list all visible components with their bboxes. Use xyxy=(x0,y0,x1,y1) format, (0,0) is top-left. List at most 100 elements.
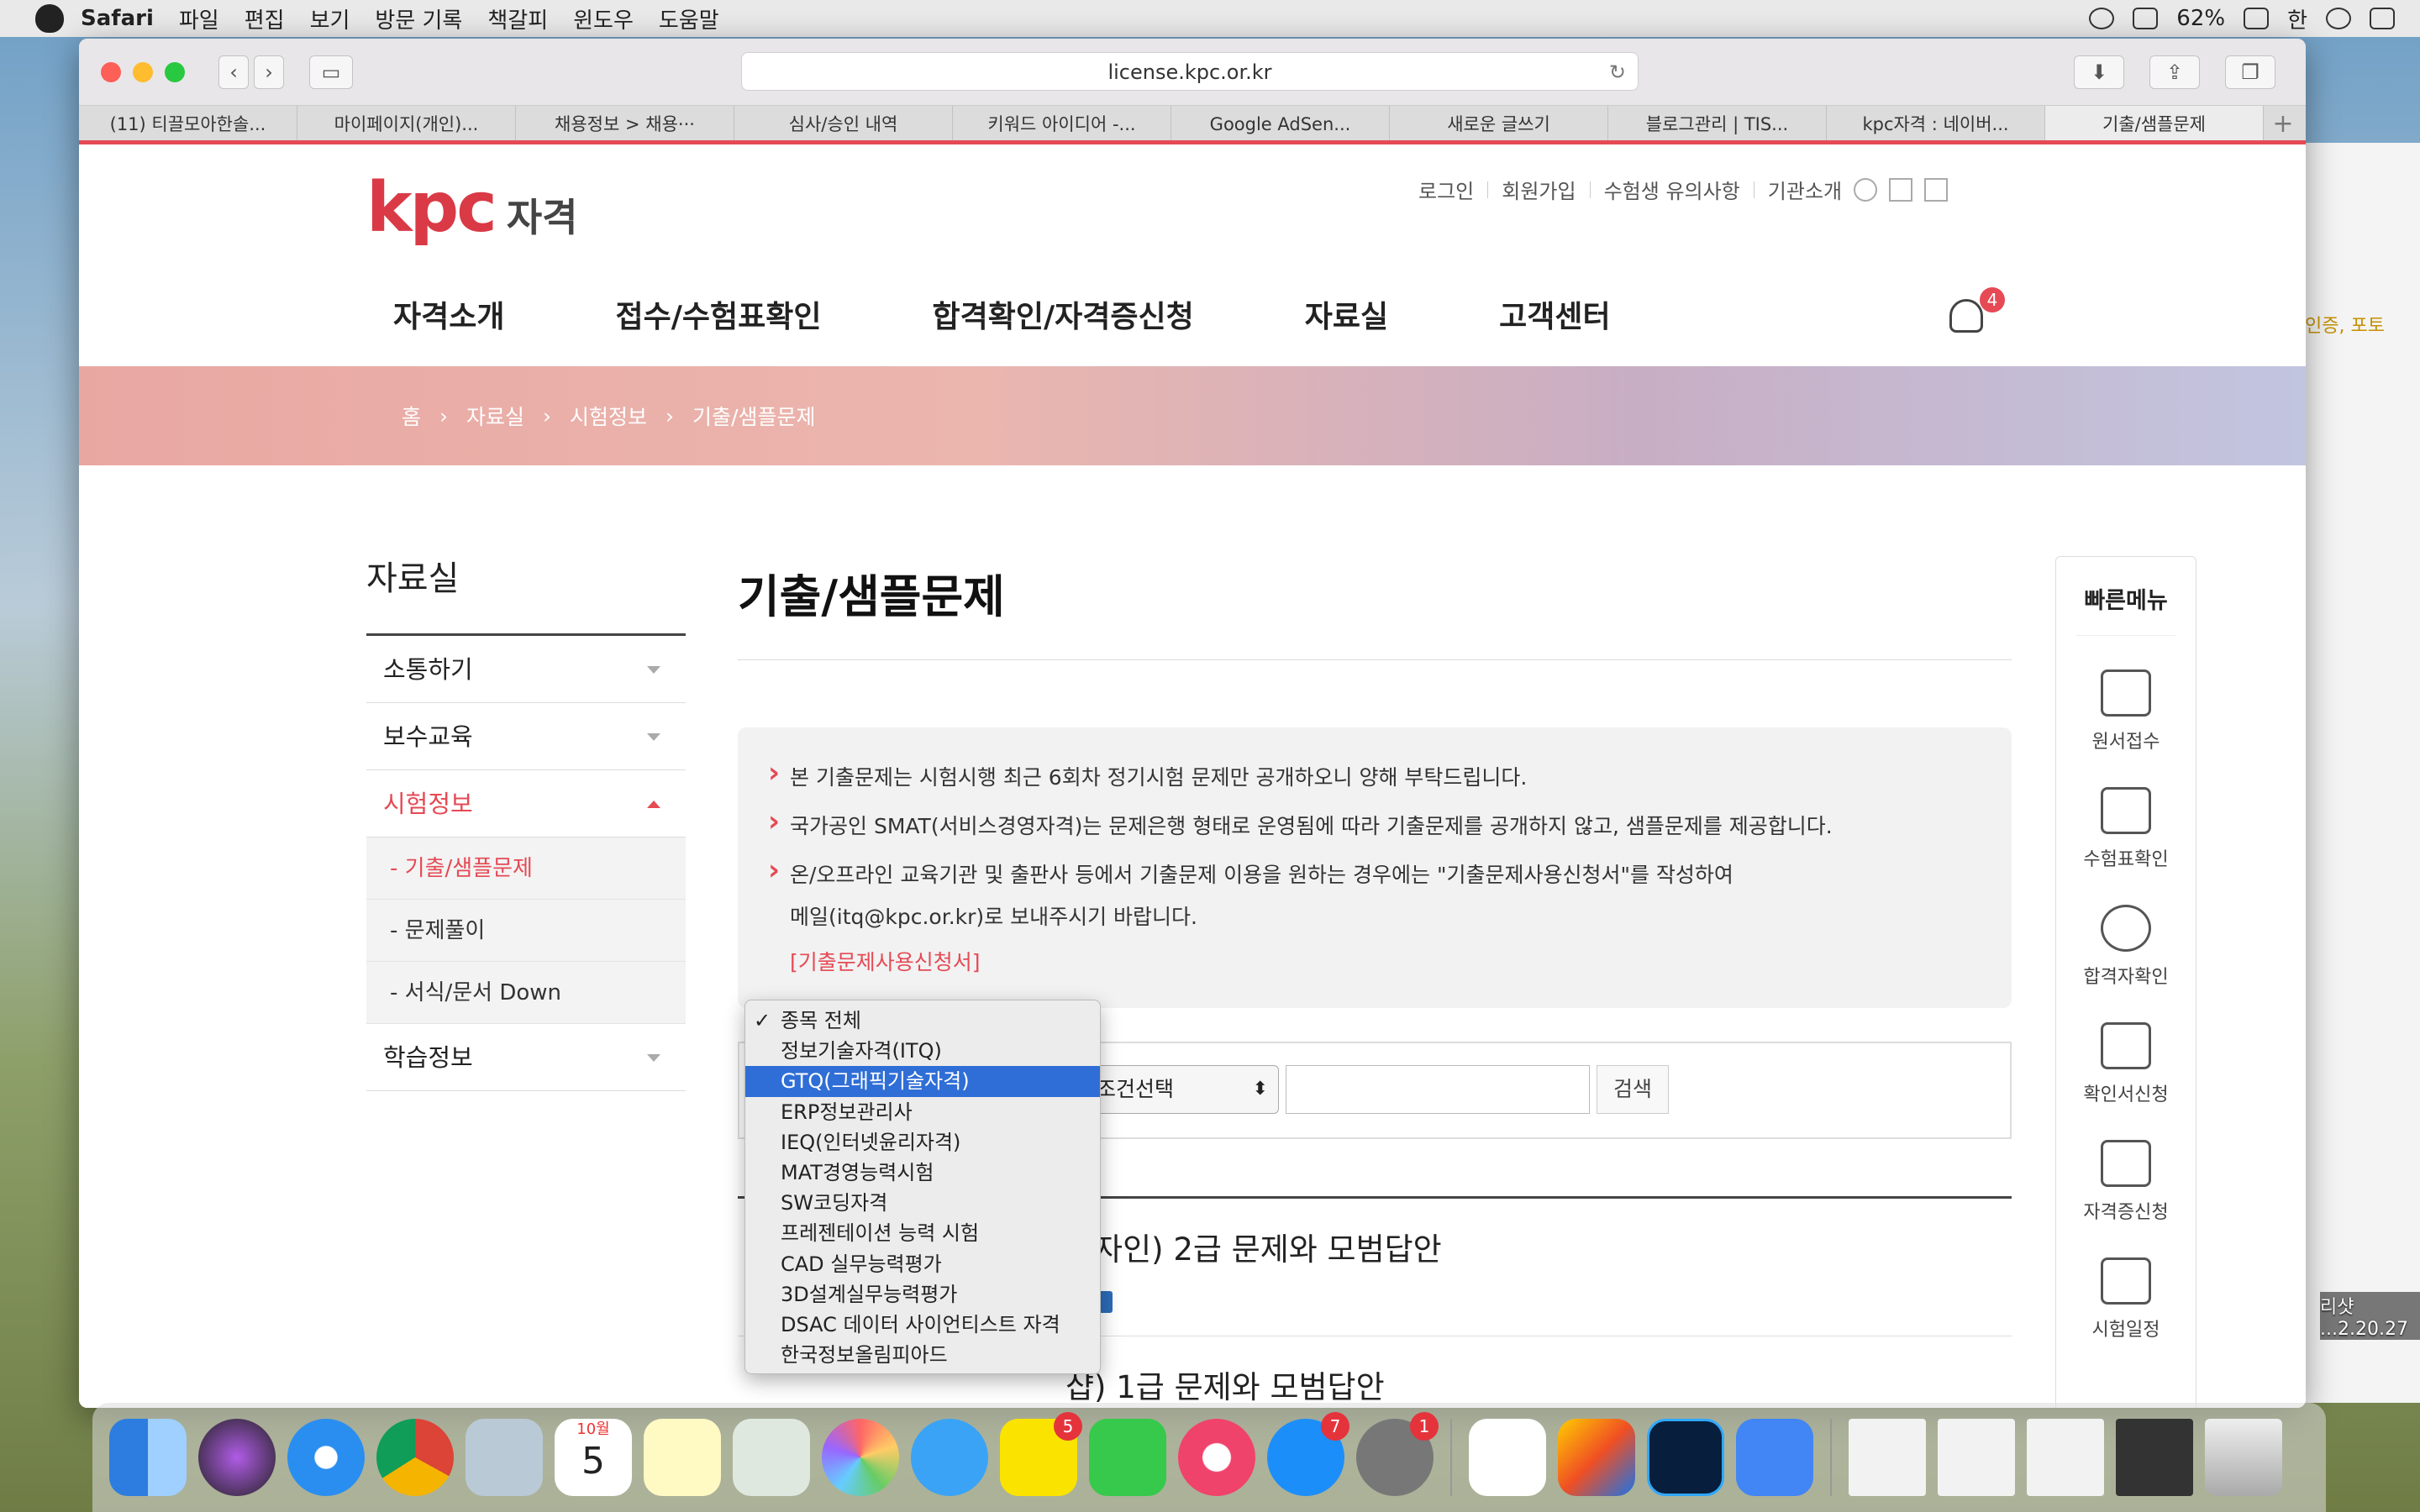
zoom-in-icon[interactable] xyxy=(1889,177,1913,202)
tab-8[interactable]: 블로그관리 | TIS... xyxy=(1608,106,1827,140)
siri-icon[interactable] xyxy=(198,1419,276,1496)
back-icon[interactable]: ‹ xyxy=(218,55,249,89)
tab-7[interactable]: 새로운 글쓰기 xyxy=(1390,106,1608,140)
notice-link[interactable]: 수험생 유의사항 xyxy=(1604,175,1740,204)
nav-apply[interactable]: 접수/수험표확인 xyxy=(615,292,821,336)
dropdown-option[interactable]: ERP정보관리사 xyxy=(745,1097,1100,1127)
menu-file[interactable]: 파일 xyxy=(179,3,219,34)
dropdown-option[interactable]: SW코딩자격 xyxy=(745,1188,1100,1218)
input-method[interactable]: 한 xyxy=(2287,3,2307,34)
recent-window-thumbnail[interactable] xyxy=(2027,1419,2104,1496)
login-link[interactable]: 로그인 xyxy=(1418,175,1474,204)
kakaotalk-icon[interactable]: 5 xyxy=(1000,1412,1082,1496)
calendar-icon[interactable]: 10월 5 xyxy=(555,1419,632,1496)
reload-icon[interactable]: ↻ xyxy=(1609,53,1626,92)
recent-window-thumbnail[interactable] xyxy=(2116,1419,2193,1496)
dropdown-option[interactable]: ✓ 종목 전체 xyxy=(745,1005,1100,1036)
facetime-icon[interactable] xyxy=(1089,1419,1166,1496)
dropdown-option[interactable]: CAD 실무능력평가 xyxy=(745,1249,1100,1279)
naver-whale-icon[interactable] xyxy=(1469,1419,1546,1496)
downloads-icon[interactable]: ⬇ xyxy=(2074,55,2124,89)
tab-5[interactable]: 키워드 아이디어 -... xyxy=(953,106,1171,140)
finder-icon[interactable] xyxy=(109,1419,187,1496)
share-icon[interactable]: ⇪ xyxy=(2149,55,2200,89)
menu-view[interactable]: 보기 xyxy=(310,3,350,34)
quick-apply[interactable]: 원서접수 xyxy=(2056,669,2196,753)
tab-10-active[interactable]: 기출/샘플문제 xyxy=(2045,106,2264,140)
google-docs-icon[interactable] xyxy=(1736,1419,1813,1496)
recent-window-thumbnail[interactable] xyxy=(1849,1419,1926,1496)
side-nav-learning[interactable]: 학습정보 xyxy=(366,1024,686,1091)
breadcrumb-current[interactable]: 기출/샘플문제 xyxy=(692,401,815,431)
nav-support[interactable]: 고객센터 xyxy=(1499,292,1610,336)
side-sub-solutions[interactable]: - 문제풀이 xyxy=(366,900,686,962)
side-nav-exam-info[interactable]: 시험정보 xyxy=(366,770,686,837)
control-center-icon[interactable] xyxy=(2370,8,2395,29)
quick-schedule[interactable]: 시험일정 xyxy=(2056,1257,2196,1341)
minimize-window-button[interactable] xyxy=(133,61,153,82)
quick-certificate-request[interactable]: 확인서신청 xyxy=(2056,1022,2196,1106)
trash-icon[interactable] xyxy=(2205,1419,2282,1496)
search-spotlight-icon[interactable] xyxy=(2326,8,2351,29)
tab-3[interactable]: 채용정보 > 채용··· xyxy=(516,106,734,140)
signup-link[interactable]: 회원가입 xyxy=(1502,175,1576,204)
search-button[interactable]: 검색 xyxy=(1597,1065,1669,1114)
tab-4[interactable]: 심사/승인 내역 xyxy=(734,106,953,140)
tabs-overview-icon[interactable]: ❐ xyxy=(2225,55,2275,89)
fullscreen-window-button[interactable] xyxy=(165,61,185,82)
system-preferences-icon[interactable]: 1 xyxy=(1356,1412,1439,1496)
photos-icon[interactable] xyxy=(822,1419,899,1496)
recent-window-thumbnail[interactable] xyxy=(1938,1419,2015,1496)
apple-icon[interactable] xyxy=(35,4,64,33)
about-link[interactable]: 기관소개 xyxy=(1768,175,1842,204)
side-nav-education[interactable]: 보수교육 xyxy=(366,703,686,770)
tab-6[interactable]: Google AdSen... xyxy=(1171,106,1390,140)
side-nav-communication[interactable]: 소통하기 xyxy=(366,636,686,703)
mail-icon[interactable] xyxy=(466,1419,543,1496)
music-icon[interactable] xyxy=(1178,1419,1255,1496)
status-icon[interactable] xyxy=(2089,8,2115,29)
breadcrumb-exam-info[interactable]: 시험정보 xyxy=(570,401,647,431)
sidebar-icon[interactable]: ▭ xyxy=(309,55,353,89)
dropdown-option[interactable]: 한국정보올림피아드 xyxy=(745,1340,1100,1370)
menu-bookmarks[interactable]: 책갈피 xyxy=(487,3,548,34)
photoshop-icon[interactable] xyxy=(1647,1419,1724,1496)
nav-intro[interactable]: 자격소개 xyxy=(393,292,504,336)
dropdown-option[interactable]: 3D설계실무능력평가 xyxy=(745,1279,1100,1310)
dropdown-option[interactable]: 프레젠테이션 능력 시험 xyxy=(745,1218,1100,1248)
condition-select[interactable]: 조건선택 ⬍ xyxy=(1079,1065,1279,1114)
forward-icon[interactable]: › xyxy=(254,55,284,89)
breadcrumb-home[interactable]: 홈 xyxy=(402,401,421,431)
messages-icon[interactable] xyxy=(911,1419,988,1496)
address-bar[interactable]: license.kpc.or.kr ↻ xyxy=(741,52,1639,91)
nav-resources[interactable]: 자료실 xyxy=(1305,292,1388,336)
tab-2[interactable]: 마이페이지(개인)... xyxy=(297,106,516,140)
quick-ticket[interactable]: 수험표확인 xyxy=(2056,787,2196,871)
close-window-button[interactable] xyxy=(101,61,121,82)
side-sub-forms[interactable]: - 서식/문서 Down xyxy=(366,962,686,1024)
menu-window[interactable]: 윈도우 xyxy=(573,3,634,34)
office-app-icon[interactable] xyxy=(1558,1419,1635,1496)
site-logo[interactable]: kpc 자격 xyxy=(366,168,577,248)
dropdown-option[interactable]: GTQ(그래픽기술자격) xyxy=(745,1066,1100,1097)
nav-result[interactable]: 합격확인/자격증신청 xyxy=(932,292,1193,336)
breadcrumb-resources[interactable]: 자료실 xyxy=(466,401,524,431)
tab-1[interactable]: (11) 티끌모아한솔... xyxy=(79,106,297,140)
application-form-link[interactable]: [기출문제사용신청서] xyxy=(768,946,1981,976)
menu-edit[interactable]: 편집 xyxy=(245,3,285,34)
chrome-icon[interactable] xyxy=(376,1419,454,1496)
menu-app-safari[interactable]: Safari xyxy=(81,6,154,31)
menu-help[interactable]: 도움말 xyxy=(659,3,719,34)
app-store-icon[interactable]: 7 xyxy=(1267,1412,1349,1496)
wifi-icon[interactable] xyxy=(2133,8,2159,29)
side-links[interactable]: 인증, 포토 xyxy=(2305,311,2385,338)
menu-history[interactable]: 방문 기록 xyxy=(375,3,462,34)
search-icon[interactable] xyxy=(1854,177,1878,202)
dropdown-option[interactable]: MAT경영능력시험 xyxy=(745,1158,1100,1188)
battery-percent[interactable]: 62% xyxy=(2176,6,2225,31)
notes-icon[interactable] xyxy=(644,1419,721,1496)
dropdown-option[interactable]: 정보기술자격(ITQ) xyxy=(745,1036,1100,1066)
screenshot-label[interactable]: 리샷 ...2.20.27 xyxy=(2320,1292,2420,1340)
quick-pass[interactable]: 합격자확인 xyxy=(2056,905,2196,989)
battery-icon[interactable] xyxy=(2244,8,2270,29)
